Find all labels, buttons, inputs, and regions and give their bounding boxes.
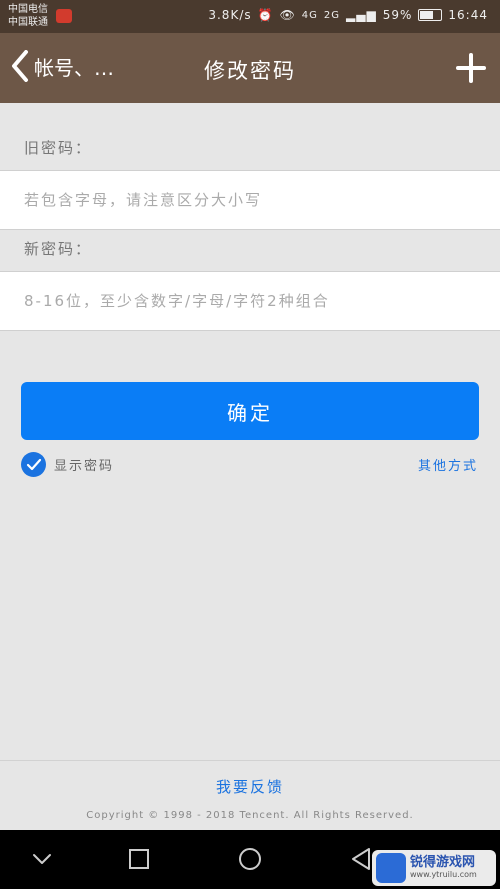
plus-icon[interactable]	[456, 53, 486, 83]
eye-icon: 👁	[279, 8, 296, 22]
back-triangle-icon[interactable]	[348, 846, 374, 872]
new-password-field-container	[0, 271, 500, 331]
watermark-url: www.ytruilu.com	[410, 869, 477, 879]
carrier-1: 中国电信	[8, 4, 48, 15]
chevron-down-icon[interactable]	[29, 846, 55, 872]
watermark-text: 锐得游戏网 www.ytruilu.com	[410, 856, 477, 879]
watermark-logo-icon	[376, 853, 406, 883]
recent-apps-icon[interactable]	[126, 846, 152, 872]
battery-icon	[418, 9, 443, 21]
old-password-input[interactable]	[0, 171, 500, 229]
signal-bars-icon: ▂▄▆	[346, 8, 377, 22]
net-speed: 3.8K/s	[208, 8, 252, 22]
copyright-text: Copyright © 1998 - 2018 Tencent. All Rig…	[86, 810, 414, 821]
new-password-label: 新密码：	[24, 240, 93, 258]
signal-1-label: 4G	[301, 9, 318, 21]
checkmark-icon	[21, 452, 46, 477]
watermark-name: 锐得游戏网	[410, 855, 476, 871]
carrier-info: 中国电信 中国联通	[8, 3, 48, 29]
footer-divider	[0, 760, 500, 761]
clock: 16:44	[448, 8, 488, 22]
feedback-link[interactable]: 我要反馈	[0, 776, 500, 797]
show-password-toggle[interactable]: 显示密码	[21, 452, 114, 477]
carrier-2: 中国联通	[8, 17, 48, 28]
old-password-field-container	[0, 170, 500, 230]
page-title: 修改密码	[204, 59, 296, 83]
confirm-button[interactable]: 确定	[21, 382, 479, 440]
new-password-input[interactable]	[0, 272, 500, 330]
status-bar: 中国电信 中国联通 3.8K/s ⏰ 👁 4G 2G ▂▄▆ 59% 16:44	[0, 0, 500, 33]
app-header: 帐号、… 修改密码	[0, 33, 500, 103]
battery-percent: 59%	[382, 8, 413, 22]
status-indicators: 3.8K/s ⏰ 👁 4G 2G ▂▄▆ 59% 16:44	[208, 8, 488, 22]
notification-app-icon	[56, 9, 72, 23]
home-icon[interactable]	[237, 846, 263, 872]
old-password-label: 旧密码：	[24, 139, 93, 157]
other-methods-link[interactable]: 其他方式	[418, 455, 478, 474]
alarm-icon: ⏰	[257, 8, 274, 22]
show-password-label: 显示密码	[54, 459, 115, 474]
signal-2-label: 2G	[323, 9, 341, 21]
watermark: 锐得游戏网 www.ytruilu.com	[372, 850, 496, 886]
